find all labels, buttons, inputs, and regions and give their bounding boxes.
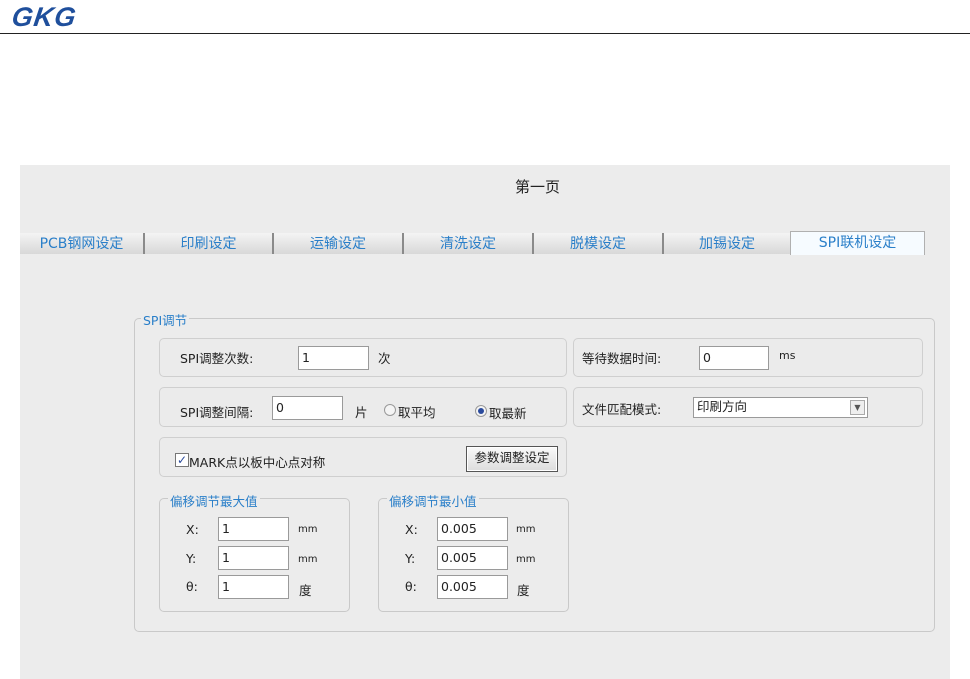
count-unit: 次 bbox=[378, 351, 391, 366]
wait-input[interactable]: 0 bbox=[699, 346, 769, 370]
min-theta-label: θ: bbox=[405, 579, 417, 594]
max-theta-label: θ: bbox=[186, 579, 198, 594]
tab-transport[interactable]: 运输设定 bbox=[274, 233, 404, 254]
max-theta-input[interactable]: 1 bbox=[218, 575, 289, 599]
interval-input[interactable]: 0 bbox=[272, 396, 343, 420]
radio-latest-label[interactable]: 取最新 bbox=[489, 403, 527, 422]
spi-adjust-legend: SPI调节 bbox=[141, 310, 190, 329]
min-x-unit: mm bbox=[516, 524, 536, 535]
tab-add-solder[interactable]: 加锡设定 bbox=[664, 233, 792, 254]
min-x-label: X: bbox=[405, 522, 418, 537]
radio-average[interactable] bbox=[384, 404, 396, 416]
max-y-input[interactable]: 1 bbox=[218, 546, 289, 570]
max-theta-unit: 度 bbox=[299, 583, 312, 598]
offset-min-legend: 偏移调节最小值 bbox=[387, 491, 479, 510]
match-label: 文件匹配模式: bbox=[582, 402, 662, 417]
param-adjust-button[interactable]: 参数调整设定 bbox=[466, 446, 558, 472]
gkg-logo: GKG bbox=[9, 2, 79, 32]
interval-unit: 片 bbox=[355, 405, 368, 420]
wait-unit: ms bbox=[779, 349, 796, 362]
mark-checkbox[interactable]: ✓ bbox=[175, 453, 189, 467]
count-input[interactable]: 1 bbox=[298, 346, 369, 370]
min-theta-unit: 度 bbox=[517, 583, 530, 598]
radio-latest[interactable] bbox=[475, 405, 487, 417]
tab-spi-link[interactable]: SPI联机设定 bbox=[790, 231, 925, 255]
min-y-label: Y: bbox=[405, 551, 416, 566]
header-divider bbox=[0, 33, 970, 34]
max-x-input[interactable]: 1 bbox=[218, 517, 289, 541]
min-theta-input[interactable]: 0.005 bbox=[437, 575, 508, 599]
wait-label: 等待数据时间: bbox=[582, 351, 662, 366]
min-y-input[interactable]: 0.005 bbox=[437, 546, 508, 570]
max-x-label: X: bbox=[186, 522, 199, 537]
max-x-unit: mm bbox=[298, 524, 318, 535]
mark-checkbox-label[interactable]: MARK点以板中心点对称 bbox=[189, 452, 325, 471]
min-y-unit: mm bbox=[516, 554, 536, 565]
max-y-unit: mm bbox=[298, 554, 318, 565]
tab-demold[interactable]: 脱模设定 bbox=[534, 233, 664, 254]
match-mode-value: 印刷方向 bbox=[697, 399, 748, 414]
chevron-down-icon[interactable]: ▼ bbox=[850, 400, 865, 415]
tab-print[interactable]: 印刷设定 bbox=[145, 233, 274, 254]
interval-label: SPI调整间隔: bbox=[180, 405, 254, 420]
max-y-label: Y: bbox=[186, 551, 197, 566]
radio-average-label[interactable]: 取平均 bbox=[398, 402, 436, 421]
offset-max-legend: 偏移调节最大值 bbox=[168, 491, 260, 510]
tab-pcb-stencil[interactable]: PCB钢网设定 bbox=[20, 233, 145, 254]
match-mode-dropdown[interactable]: 印刷方向 ▼ bbox=[693, 397, 868, 418]
count-label: SPI调整次数: bbox=[180, 351, 254, 366]
tab-cleaning[interactable]: 清洗设定 bbox=[404, 233, 534, 254]
min-x-input[interactable]: 0.005 bbox=[437, 517, 508, 541]
page-title: 第一页 bbox=[514, 178, 560, 196]
